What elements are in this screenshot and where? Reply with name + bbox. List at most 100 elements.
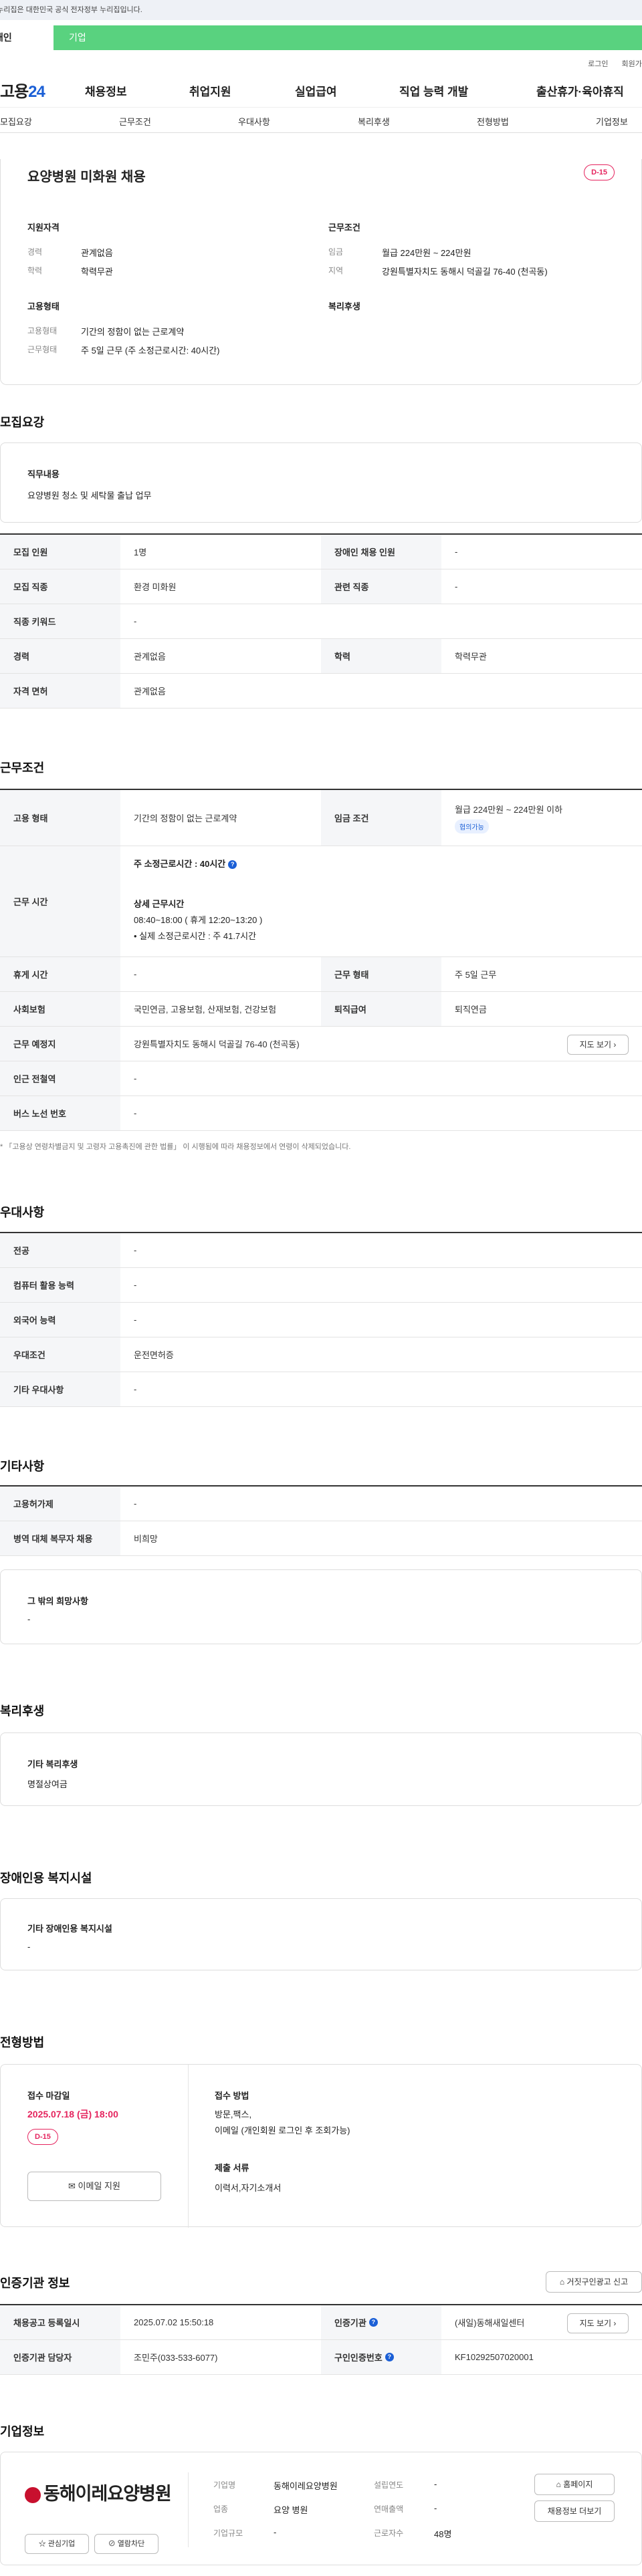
- method-label: 접수 방법: [215, 2091, 249, 2101]
- table-cell: 강원특별자치도 동해시 덕골길 76-40 (천곡동): [134, 1039, 300, 1049]
- gnb-item-jobs[interactable]: 채용정보: [85, 82, 127, 99]
- gnb-item-leave[interactable]: 출산휴가·육아휴직: [536, 82, 624, 99]
- table-header: 직종 키워드: [0, 604, 120, 638]
- emp-type-label: 고용형태: [27, 326, 58, 336]
- table-row: 전공 -: [0, 1233, 642, 1268]
- etc-table: 고용허가제 - 병역 대체 복무자 채용 비희망: [0, 1485, 642, 1556]
- company-logo: 동해이레요양병원: [25, 2479, 172, 2505]
- info-icon[interactable]: ?: [368, 2318, 378, 2327]
- table-header: 관련 직종: [321, 569, 441, 604]
- table-header: 경력: [0, 639, 120, 673]
- join-link[interactable]: 회원가입: [622, 60, 642, 68]
- table-header: 구인인증번호?: [321, 2340, 441, 2374]
- info-icon[interactable]: ?: [228, 860, 237, 870]
- table-header: 근무 형태: [321, 957, 441, 991]
- subnav-company[interactable]: 기업정보: [596, 115, 628, 128]
- table-header: 사회보험: [0, 992, 120, 1026]
- gnb-item-benefit[interactable]: 실업급여: [295, 82, 337, 99]
- emp-heading: 고용형태: [27, 301, 60, 311]
- wage-value: 월급 224만원 ~ 224만원: [382, 248, 471, 258]
- tab-company[interactable]: 기업: [54, 25, 642, 50]
- block-icon: ⊘: [108, 2540, 116, 2548]
- table-header: 자격 면허: [0, 674, 120, 708]
- weekly-hours: 주 소정근로시간 : 40시간?: [134, 857, 237, 870]
- table-header: 컴퓨터 활용 능력: [0, 1268, 120, 1302]
- wage-label: 임금: [328, 247, 344, 257]
- table-header: 고용허가제: [0, 1487, 120, 1521]
- table-header: 학력: [321, 639, 441, 673]
- company-name: 동해이레요양병원: [274, 2481, 338, 2491]
- duty-box: 직무내용 요양병원 청소 및 세탁물 출납 업무: [0, 442, 642, 523]
- negotiable-badge: 협의가능: [455, 819, 489, 833]
- table-cell: (새일)동해새일센터: [455, 2318, 525, 2328]
- gov-notice-text: 이 누리집은 대한민국 공식 전자정부 누리집입니다.: [0, 6, 142, 14]
- table-row: 버스 노선 번호 -: [0, 1096, 642, 1131]
- more-jobs-button[interactable]: 채용정보 더보기: [534, 2500, 615, 2522]
- subnav-welfare[interactable]: 복리후생: [358, 115, 390, 128]
- company-name-label: 기업명: [213, 2480, 236, 2490]
- company-sales-label: 연매출액: [374, 2504, 404, 2514]
- email-apply-button[interactable]: ✉ 이메일 지원: [27, 2172, 161, 2201]
- company-year-label: 설립연도: [374, 2480, 404, 2490]
- table-header: 퇴직급여: [321, 992, 441, 1026]
- career-value: 관계없음: [81, 248, 113, 258]
- deadline-label: 접수 마감일: [27, 2091, 70, 2101]
- table-header: 병역 대체 복무자 채용: [0, 1521, 120, 1555]
- subnav-pref[interactable]: 우대사항: [238, 115, 270, 128]
- table-row: 모집 직종 환경 미화원 관련 직종 -: [0, 569, 642, 604]
- etc-section-title: 기타사항: [0, 1460, 45, 1473]
- table-cell: -: [134, 1315, 137, 1325]
- table-cell: -: [134, 1499, 137, 1509]
- table-row: 기타 우대사항 -: [0, 1372, 642, 1407]
- company-section-title: 기업정보: [0, 2425, 45, 2438]
- subnav-work[interactable]: 근무조건: [119, 115, 151, 128]
- table-row: 휴게 시간 - 근무 형태 주 5일 근무: [0, 957, 642, 992]
- company-size-label: 기업규모: [213, 2529, 243, 2538]
- logo-mark-icon: [25, 2486, 41, 2503]
- method-value-1: 방문,팩스,: [215, 2109, 252, 2119]
- table-header: 휴게 시간: [0, 957, 120, 991]
- table-cell: -: [455, 582, 458, 592]
- user-type-tabs: 개인 기업: [0, 20, 642, 50]
- company-employees-label: 근로자수: [374, 2529, 404, 2538]
- subnav-select[interactable]: 전형방법: [477, 115, 509, 128]
- table-row: 외국어 능력 -: [0, 1303, 642, 1337]
- age-notice: * 「고용상 연령차별금지 및 고령자 고용촉진에 관한 법률」 이 시행됨에 …: [0, 1143, 351, 1151]
- cert-map-button[interactable]: 지도 보기 ›: [567, 2313, 629, 2333]
- homepage-button[interactable]: ⌂ 홈페이지: [534, 2474, 615, 2495]
- table-cell: 운전면허증: [134, 1350, 174, 1360]
- table-row: 고용허가제 -: [0, 1487, 642, 1521]
- subnav-recruit[interactable]: 모집요강: [0, 115, 32, 128]
- detail-hours-heading: 상세 근무시간: [134, 899, 185, 909]
- favorite-company-button[interactable]: ☆ 관심기업: [25, 2534, 89, 2554]
- pref-section-title: 우대사항: [0, 1206, 45, 1219]
- table-cell: 학력무관: [455, 652, 487, 662]
- table-header: 채용공고 등록일시: [0, 2305, 120, 2339]
- gnb-item-training[interactable]: 직업 능력 개발: [399, 82, 468, 99]
- block-view-button[interactable]: ⊘ 열람차단: [94, 2534, 158, 2554]
- docs-value: 이력서,자기소개서: [215, 2183, 282, 2193]
- welfare-value: 명절상여금: [27, 1779, 68, 1789]
- gnb-item-support[interactable]: 취업지원: [189, 82, 231, 99]
- map-button[interactable]: 지도 보기 ›: [567, 1035, 629, 1055]
- welfare-heading: 복리후생: [328, 301, 360, 311]
- work-type-label: 근무형태: [27, 345, 58, 354]
- recruit-table: 모집 인원 1명 장애인 채용 인원 - 모집 직종 환경 미화원 관련 직종 …: [0, 533, 642, 709]
- area-value: 강원특별자치도 동해시 덕골길 76-40 (천곡동): [382, 267, 548, 277]
- table-cell: 퇴직연금: [455, 1005, 487, 1015]
- mail-icon: ✉: [68, 2181, 76, 2191]
- report-button[interactable]: ⌂ 거짓구인광고 신고: [546, 2271, 642, 2293]
- table-row: 자격 면허 관계없음: [0, 674, 642, 709]
- site-logo[interactable]: 고용24: [0, 78, 45, 102]
- company-employees: 48명: [434, 2529, 452, 2539]
- table-header: 버스 노선 번호: [0, 1096, 120, 1130]
- select-box: 접수 마감일 2025.07.18 (금) 18:00 D-15 ✉ 이메일 지…: [0, 2064, 642, 2228]
- table-header: 인근 전철역: [0, 1061, 120, 1096]
- table-header: 모집 인원: [0, 535, 120, 569]
- table-header: 인증기관?: [321, 2305, 441, 2339]
- disab-section-title: 장애인용 복지시설: [0, 1872, 92, 1885]
- login-link[interactable]: 로그인: [588, 60, 608, 68]
- tab-personal[interactable]: 개인: [0, 25, 54, 50]
- disab-label: 기타 장애인용 복지시설: [27, 1924, 112, 1934]
- info-icon[interactable]: ?: [385, 2353, 394, 2361]
